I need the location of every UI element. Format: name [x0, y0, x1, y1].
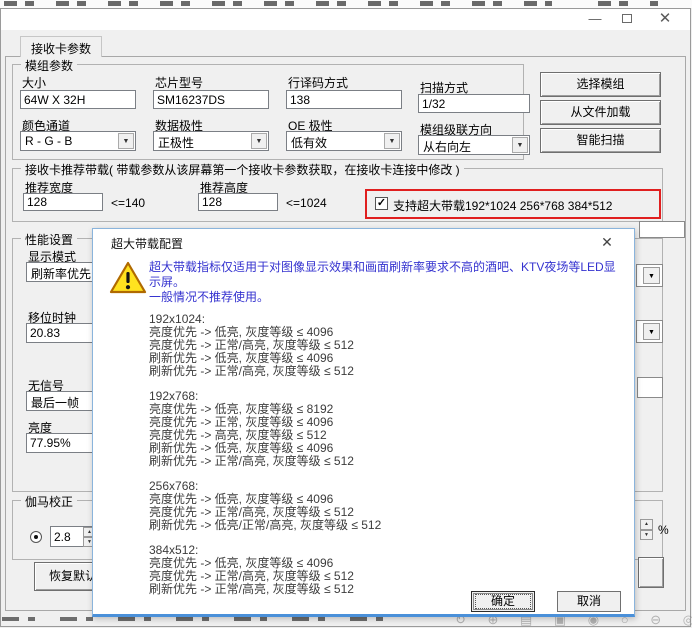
- display-mode-value: 刷新率优先: [31, 265, 91, 282]
- chevron-down-icon: ▼: [643, 267, 660, 284]
- chip-model-input[interactable]: [153, 90, 269, 109]
- recommended-width-input[interactable]: [23, 193, 103, 211]
- focus-rect: [475, 594, 531, 609]
- cascade-direction-select[interactable]: 从右向左 ▼: [418, 135, 530, 155]
- dialog-titlebar: 超大带载配置 ✕: [93, 229, 634, 255]
- smart-scan-button[interactable]: 智能扫描: [540, 128, 661, 153]
- ok-button[interactable]: 确定: [471, 591, 535, 612]
- chevron-down-icon: ▼: [251, 133, 267, 149]
- spec-line: 刷新优先 -> 正常/高亮, 灰度等级 ≤ 512: [149, 455, 381, 468]
- spec-line: 刷新优先 -> 低亮/正常/高亮, 灰度等级 ≤ 512: [149, 519, 381, 532]
- spin-up-icon: ▲: [640, 519, 653, 530]
- gamma-group-title: 伽马校正: [21, 493, 77, 510]
- gamma-radio[interactable]: [30, 531, 42, 543]
- close-icon[interactable]: ✕: [650, 9, 680, 29]
- warning-line-1: 超大带载指标仅适用于对图像显示效果和画面刷新率要求不高的酒吧、KTV夜场等LED…: [149, 260, 619, 290]
- chevron-down-icon: ▼: [512, 137, 528, 153]
- load-spec-section: 192x1024: 亮度优先 -> 低亮, 灰度等级 ≤ 4096 亮度优先 -…: [149, 313, 381, 378]
- load-spec-list: 192x1024: 亮度优先 -> 低亮, 灰度等级 ≤ 4096 亮度优先 -…: [149, 313, 381, 608]
- warning-text: 超大带载指标仅适用于对图像显示效果和画面刷新率要求不高的酒吧、KTV夜场等LED…: [149, 260, 619, 305]
- chevron-down-icon: ▼: [643, 323, 660, 340]
- clipped-input-fragment: [637, 377, 663, 398]
- parent-window-clipped-strip: [0, 0, 692, 8]
- recommended-height-input[interactable]: [198, 193, 278, 211]
- super-load-config-dialog: 超大带载配置 ✕ 超大带载指标仅适用于对图像显示效果和画面刷新率要求不高的酒吧、…: [92, 228, 635, 617]
- dialog-title: 超大带载配置: [111, 235, 183, 252]
- size-input[interactable]: [20, 90, 136, 109]
- chevron-down-icon: ▼: [118, 133, 134, 149]
- performance-group-title: 性能设置: [21, 231, 77, 248]
- load-from-file-button[interactable]: 从文件加载: [540, 100, 661, 125]
- warning-line-2: 一般情况不推荐使用。: [149, 290, 619, 305]
- receiving-card-parameters-window: — ✕ 接收卡参数 模组参数 大小 芯片型号 行译码方式 扫描方式 颜色通道 R…: [0, 0, 692, 628]
- recommended-load-group-title: 接收卡推荐带载( 带载参数从该屏幕第一个接收卡参数获取，在接收卡连接中修改 ): [21, 161, 464, 178]
- clipped-combo-fragment[interactable]: ▼: [636, 264, 663, 287]
- load-spec-section: 256x768: 亮度优先 -> 低亮, 灰度等级 ≤ 4096 亮度优先 ->…: [149, 480, 381, 532]
- module-params-group-title: 模组参数: [21, 57, 77, 74]
- percent-suffix: %: [658, 523, 669, 537]
- select-module-button[interactable]: 选择模组: [540, 72, 661, 97]
- red-highlight-rectangle: [365, 189, 661, 219]
- right-percent-stepper[interactable]: ▲ ▼: [640, 519, 653, 540]
- oe-polarity-select[interactable]: 低有效 ▼: [286, 131, 402, 151]
- row-decode-input[interactable]: [286, 90, 402, 109]
- color-channel-value: R - G - B: [25, 134, 72, 148]
- tab-receiving-card-params[interactable]: 接收卡参数: [20, 36, 102, 57]
- row-decode-label: 行译码方式: [288, 74, 348, 91]
- cascade-direction-value: 从右向左: [423, 138, 471, 155]
- spec-line: 刷新优先 -> 正常/高亮, 灰度等级 ≤ 512: [149, 365, 381, 378]
- data-polarity-value: 正极性: [158, 134, 194, 151]
- oe-polarity-value: 低有效: [291, 134, 327, 151]
- scan-mode-input[interactable]: [418, 94, 530, 113]
- size-label: 大小: [22, 74, 46, 91]
- color-channel-select[interactable]: R - G - B ▼: [20, 131, 136, 151]
- height-limit-text: <=1024: [286, 196, 327, 210]
- dialog-close-icon[interactable]: ✕: [594, 232, 620, 252]
- clipped-menu-text: [4, 1, 552, 6]
- chevron-down-icon: ▼: [384, 133, 400, 149]
- minimize-icon[interactable]: —: [580, 9, 610, 29]
- chip-model-label: 芯片型号: [155, 74, 203, 91]
- no-signal-value: 最后一帧: [31, 394, 79, 411]
- clipped-field-fragment: [639, 221, 685, 238]
- warning-icon: [109, 261, 147, 298]
- clipped-combo-fragment[interactable]: ▼: [636, 320, 663, 343]
- load-spec-section: 384x512: 亮度优先 -> 低亮, 灰度等级 ≤ 4096 亮度优先 ->…: [149, 544, 381, 596]
- maximize-icon[interactable]: [612, 9, 642, 29]
- width-limit-text: <=140: [111, 196, 145, 210]
- clipped-bottom-text: [2, 617, 394, 621]
- load-spec-section: 192x768: 亮度优先 -> 低亮, 灰度等级 ≤ 8192 亮度优先 ->…: [149, 390, 381, 468]
- cancel-button[interactable]: 取消: [557, 591, 621, 612]
- clipped-menu-text: [598, 1, 658, 6]
- spec-line: 刷新优先 -> 正常/高亮, 灰度等级 ≤ 512: [149, 583, 381, 596]
- clipped-button-fragment[interactable]: [638, 557, 664, 588]
- spin-down-icon: ▼: [640, 530, 653, 541]
- data-polarity-select[interactable]: 正极性 ▼: [153, 131, 269, 151]
